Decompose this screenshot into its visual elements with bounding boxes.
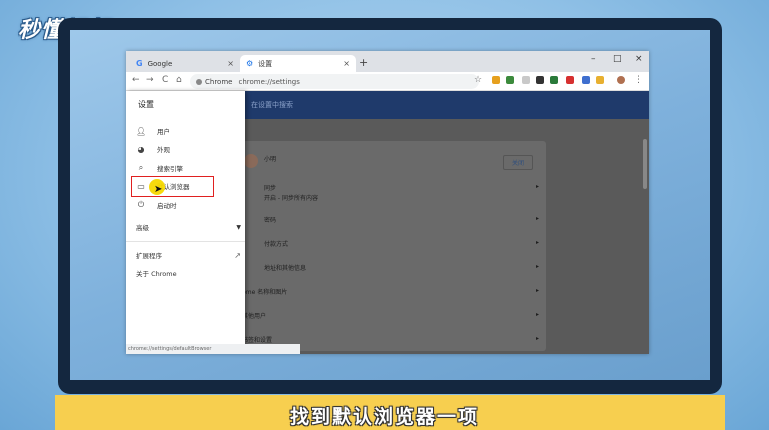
site-chip[interactable]: Chrome: [196, 78, 232, 86]
close-icon[interactable]: ×: [343, 59, 350, 68]
person-icon: 👤︎: [136, 126, 147, 136]
reload-button[interactable]: C: [162, 75, 168, 85]
settings-row[interactable]: 入书签和设置 ▸: [236, 335, 539, 344]
row-label: 付款方式: [264, 241, 289, 248]
extension-icon[interactable]: [596, 76, 604, 84]
home-button[interactable]: ⌂: [176, 75, 182, 85]
close-icon[interactable]: ×: [227, 59, 234, 68]
extension-icon[interactable]: [550, 76, 558, 84]
drawer-item-label: 外观: [157, 146, 170, 154]
palette-icon: ◕: [137, 144, 145, 154]
settings-row[interactable]: hrome 名称和图片 ▸: [236, 287, 539, 296]
extension-icon[interactable]: [492, 76, 500, 84]
drawer-item-appearance[interactable]: ◕ 外观: [136, 142, 236, 156]
chevron-down-icon: ▼: [236, 223, 241, 231]
tab-google[interactable]: G Google ×: [130, 55, 240, 72]
external-link-icon: ↗: [234, 250, 241, 260]
row-label: 同步: [264, 185, 277, 192]
drawer-item-extensions[interactable]: 扩展程序 ↗: [136, 248, 241, 262]
tab-label: 设置: [258, 59, 273, 68]
row-label: 地址和其他信息: [264, 265, 307, 272]
page-scrollbar[interactable]: [643, 139, 647, 189]
tab-settings[interactable]: ⚙ 设置 ×: [240, 55, 356, 72]
minimize-button[interactable]: –: [591, 54, 596, 64]
chevron-right-icon: ▸: [535, 215, 539, 222]
tab-label: Google: [147, 59, 173, 68]
extension-icon[interactable]: [536, 76, 544, 84]
drawer-item-advanced[interactable]: 高级 ▼: [136, 220, 241, 234]
chevron-right-icon: ▸: [535, 239, 539, 246]
settings-search-input[interactable]: 在设置中搜索: [251, 100, 293, 110]
forward-button[interactable]: →: [146, 75, 154, 85]
browser-window: G Google × ⚙ 设置 × + – □ × ← → C ⌂ Chrome…: [126, 51, 649, 354]
chrome-icon: [196, 78, 202, 85]
profile-name: 小明: [264, 156, 277, 163]
extension-icon[interactable]: [506, 76, 514, 84]
drawer-item-search-engine[interactable]: ⌕ 搜索引擎: [136, 161, 236, 175]
drawer-item-label: 扩展程序: [136, 252, 162, 260]
chevron-right-icon: ▸: [535, 287, 539, 294]
settings-card: 小明 关闭 ⟳ 同步 开启 - 同步所有内容 ▸ ⊸ 密码 ▸ ▭ 付款方式 ▸…: [236, 141, 546, 351]
new-tab-button[interactable]: +: [359, 56, 368, 69]
drawer-item-about[interactable]: 关于 Chrome: [136, 266, 236, 280]
drawer-item-on-startup[interactable]: ⏻︎ 启动时: [136, 198, 236, 212]
extension-icon[interactable]: [522, 76, 530, 84]
drawer-item-label: 搜索引擎: [157, 165, 183, 173]
row-sub: 开启 - 同步所有内容: [264, 195, 318, 202]
drawer-item-label: 启动时: [157, 202, 177, 210]
site-chip-label: Chrome: [205, 77, 233, 86]
address-bar[interactable]: Chrome chrome://settings: [190, 74, 479, 89]
drawer-item-label: 高级: [136, 224, 149, 232]
row-label: 密码: [264, 217, 277, 224]
status-bar: chrome://settings/defaultBrowser: [126, 344, 300, 354]
chevron-right-icon: ▸: [535, 183, 539, 190]
avatar: [244, 154, 258, 168]
google-icon: G: [136, 59, 143, 68]
drawer-item-users[interactable]: 👤︎ 用户: [136, 124, 236, 138]
extension-icon[interactable]: [566, 76, 574, 84]
power-icon: ⏻︎: [137, 200, 145, 209]
cursor-icon: ➤: [154, 184, 163, 195]
drawer-item-label: 关于 Chrome: [136, 270, 177, 278]
caption-text: 找到默认浏览器一项: [289, 406, 479, 428]
maximize-button[interactable]: □: [613, 54, 622, 64]
toolbar: ← → C ⌂ Chrome chrome://settings ☆ ⋮: [126, 72, 649, 91]
tab-strip: G Google × ⚙ 设置 × + – □ ×: [126, 51, 649, 72]
chevron-right-icon: ▸: [535, 263, 539, 270]
extension-icon[interactable]: [582, 76, 590, 84]
gear-icon: ⚙: [246, 59, 254, 68]
chevron-right-icon: ▸: [535, 335, 539, 342]
drawer-item-label: 用户: [157, 128, 170, 136]
search-icon: ⌕: [138, 163, 144, 172]
profile-close-button[interactable]: 关闭: [502, 155, 533, 170]
drawer-divider: [126, 241, 245, 242]
back-button[interactable]: ←: [132, 75, 140, 85]
menu-icon[interactable]: ⋮: [634, 75, 643, 85]
highlight-box: [131, 176, 214, 197]
drawer-title: 设置: [138, 100, 154, 109]
avatar[interactable]: [617, 76, 625, 84]
settings-row[interactable]: 理其他用户 ▸: [236, 311, 539, 320]
window-close-button[interactable]: ×: [635, 54, 643, 64]
url-text: chrome://settings: [238, 77, 300, 86]
chevron-right-icon: ▸: [535, 311, 539, 318]
settings-drawer: 设置 👤︎ 用户 ◕ 外观 ⌕ 搜索引擎 ▭ 默认浏览器 ⏻︎ 启动时 高级 ▼…: [126, 91, 245, 354]
bookmark-star-icon[interactable]: ☆: [474, 75, 482, 85]
